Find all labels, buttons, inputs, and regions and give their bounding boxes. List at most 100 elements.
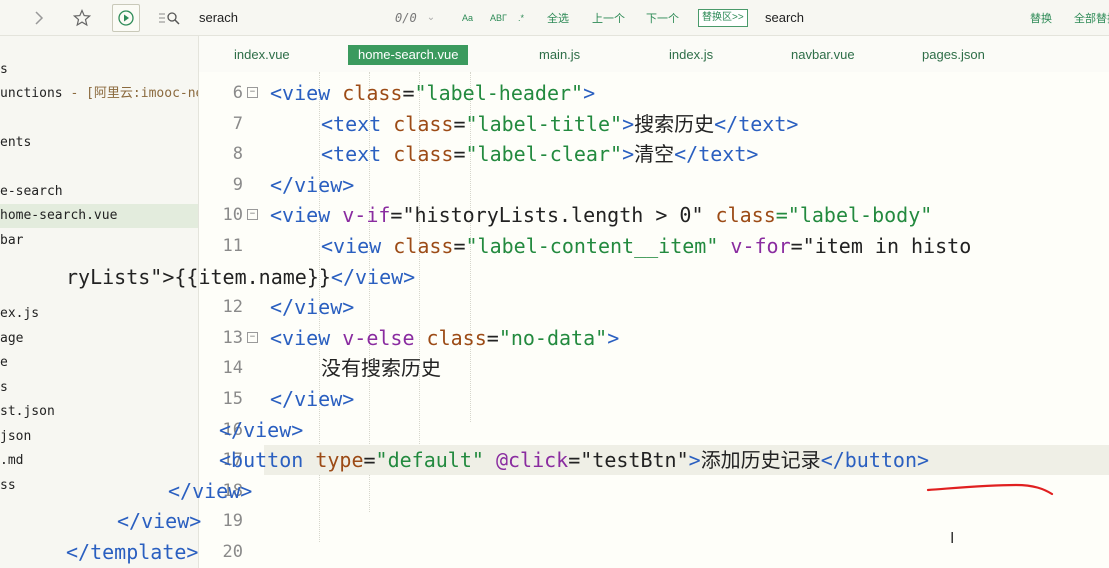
tab-main-js[interactable]: main.js xyxy=(539,45,580,65)
code-text: <text class="label-clear">清空</text> xyxy=(321,139,758,169)
tab-index-vue[interactable]: index.vue xyxy=(234,45,290,65)
code-text: <view class="label-header"> xyxy=(270,78,595,108)
code-token: = xyxy=(402,81,415,105)
code-token: "label-title" xyxy=(465,111,623,136)
code-token: = xyxy=(486,325,499,350)
code-token: </view> xyxy=(117,509,202,534)
code-line[interactable]: 20 </template> xyxy=(66,537,1109,567)
code-token: "testBtn" xyxy=(580,448,689,473)
code-token: </button> xyxy=(820,448,930,473)
code-token: 搜索历史 xyxy=(634,111,715,136)
code-line[interactable]: 16 </view> xyxy=(199,415,1109,445)
code-token: "no-data" xyxy=(498,325,608,350)
code-token: "label-clear" xyxy=(465,142,623,167)
code-token: v-for xyxy=(730,234,791,258)
text-cursor-icon: I xyxy=(950,530,955,547)
replace-input[interactable]: search xyxy=(765,0,804,35)
tree-item[interactable]: e xyxy=(0,351,198,375)
code-line[interactable]: 7 <text class="label-title">搜索历史</text> xyxy=(199,109,1109,139)
code-line[interactable]: 8 <text class="label-clear">清空</text> xyxy=(199,139,1109,169)
line-number: 12 xyxy=(222,297,243,318)
replace-button[interactable]: 替换 xyxy=(1030,0,1052,35)
chevron-down-icon[interactable]: ⌄ xyxy=(427,12,435,23)
find-replace-toolbar: serach 0/0 ⌄ Aa ΑΒΓ .* 全选 上一个 下一个 替换区>> … xyxy=(0,0,1109,36)
line-number: 14 xyxy=(222,358,243,379)
tree-item-index-js[interactable]: ex.js xyxy=(0,302,198,326)
match-count: 0/0 ⌄ xyxy=(395,10,436,25)
code-line[interactable]: 15 </view> xyxy=(199,384,1109,414)
code-token: 没有搜索历史 xyxy=(321,356,441,381)
tree-item-readme[interactable]: .md xyxy=(0,449,198,473)
select-all-button[interactable]: 全选 xyxy=(547,0,569,35)
code-token: > xyxy=(583,81,596,105)
fold-toggle-icon[interactable]: − xyxy=(247,87,258,98)
code-token: </text> xyxy=(674,142,759,167)
code-text: </view> xyxy=(270,292,354,322)
replace-area-toggle[interactable]: 替换区>> xyxy=(698,0,748,35)
tree-item[interactable]: s xyxy=(0,376,198,400)
tree-item-navbar[interactable]: bar xyxy=(0,229,198,253)
code-token: v-if xyxy=(342,203,391,228)
tree-item[interactable]: s xyxy=(0,58,198,82)
code-line[interactable]: 6− <view class="label-header"> xyxy=(199,78,1109,108)
tree-item-home-search-folder[interactable]: e-search xyxy=(0,180,198,204)
code-token: = xyxy=(453,142,466,167)
tree-item-cloudfunctions[interactable]: unctions - [阿里云:imooc-news xyxy=(0,82,198,106)
code-text: </view> xyxy=(270,170,354,200)
code-line[interactable]: 19 </view> xyxy=(117,506,1109,536)
run-button[interactable] xyxy=(112,0,140,35)
code-token: class xyxy=(393,111,454,136)
tree-item-package[interactable]: age xyxy=(0,327,198,351)
code-line[interactable]: ryLists">{{item.name}}</view> xyxy=(66,262,1109,292)
code-line[interactable]: 14 没有搜索历史 xyxy=(199,353,1109,383)
code-line[interactable]: 17 <button type="default" @click="testBtn… xyxy=(219,445,1109,476)
code-line[interactable]: 11 <view class="label-content__item" v-fo… xyxy=(199,231,1109,261)
code-text: </template> xyxy=(66,537,198,567)
forward-button[interactable] xyxy=(26,0,52,35)
code-token: ="item in histo xyxy=(790,234,972,258)
code-token: type xyxy=(315,448,364,473)
code-token: <view xyxy=(270,203,343,228)
code-token: > xyxy=(622,142,635,167)
code-line[interactable]: 10− <view v-if="historyLists.length > 0" … xyxy=(199,200,1109,230)
code-text: <view class="label-content__item" v-for=… xyxy=(321,231,971,261)
play-icon xyxy=(112,3,140,32)
code-token: <view xyxy=(270,325,343,350)
search-file-icon[interactable] xyxy=(157,0,181,35)
tab-pages-json[interactable]: pages.json xyxy=(922,45,985,65)
code-token: </view> xyxy=(330,264,416,289)
code-token: = xyxy=(568,448,581,473)
code-token: <text xyxy=(321,111,394,136)
tab-navbar-vue[interactable]: navbar.vue xyxy=(791,45,855,65)
code-token: class xyxy=(393,142,454,167)
code-token: = xyxy=(390,203,403,228)
line-number: 15 xyxy=(222,389,243,409)
code-token: ="label-body" xyxy=(775,203,933,228)
whole-word-toggle[interactable]: ΑΒΓ xyxy=(490,0,507,35)
tab-index-js[interactable]: index.js xyxy=(669,45,713,65)
find-input[interactable]: serach xyxy=(199,0,238,35)
tab-home-search-vue[interactable]: home-search.vue xyxy=(348,45,469,65)
favorite-button[interactable] xyxy=(69,0,95,35)
regex-toggle[interactable]: .* xyxy=(518,0,524,35)
code-token: class xyxy=(426,325,487,350)
tree-item-components[interactable]: ents xyxy=(0,131,198,155)
code-text: </view> xyxy=(219,415,303,445)
tree-item-manifest-json[interactable]: st.json xyxy=(0,400,198,424)
case-sensitive-toggle[interactable]: Aa xyxy=(462,0,473,35)
previous-match-button[interactable]: 上一个 xyxy=(592,0,625,35)
next-match-button[interactable]: 下一个 xyxy=(646,0,679,35)
line-number: 7 xyxy=(232,113,243,134)
fold-toggle-icon[interactable]: − xyxy=(247,209,258,221)
line-number: 6 xyxy=(232,83,243,103)
code-line[interactable]: 13− <view v-else class="no-data"> xyxy=(199,323,1109,353)
line-number: 11 xyxy=(222,236,243,256)
code-token: <view xyxy=(321,234,394,258)
code-line[interactable]: 12 </view> xyxy=(199,292,1109,322)
tree-item-pages-json[interactable]: json xyxy=(0,425,198,449)
tree-item-home-search-vue[interactable]: home-search.vue xyxy=(0,204,198,228)
replace-all-button[interactable]: 全部替换 xyxy=(1074,0,1109,35)
code-line[interactable]: 9 </view> xyxy=(199,170,1109,200)
fold-toggle-icon[interactable]: − xyxy=(247,331,258,343)
line-number: 8 xyxy=(232,144,243,165)
